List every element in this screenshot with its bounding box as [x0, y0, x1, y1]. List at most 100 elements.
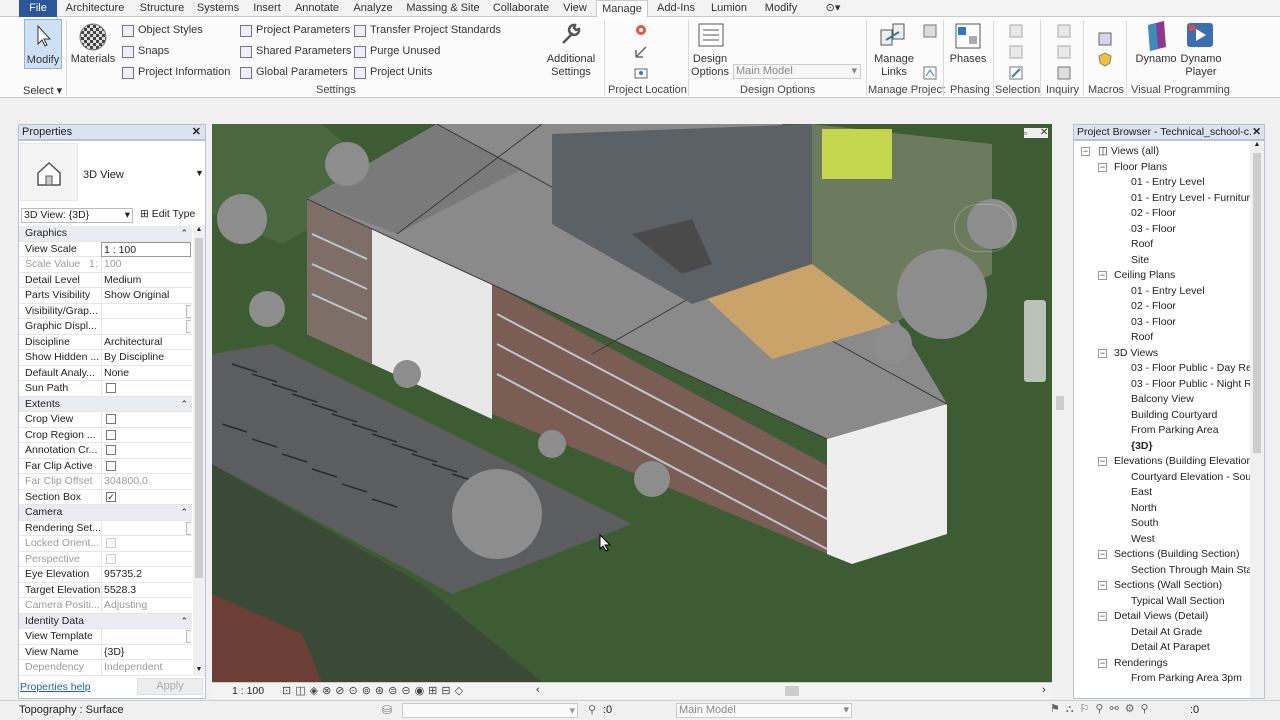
- property-edit-button[interactable]: <None>: [186, 630, 191, 643]
- view-control-icons[interactable]: ⊡◫◈⊗⊘⊙⊚⊛⊜⊝◉⊞⊟◇: [282, 684, 467, 697]
- tree-item[interactable]: {3D}: [1131, 439, 1153, 453]
- viewport-close-icon[interactable]: ✕: [1040, 127, 1048, 138]
- tree-item[interactable]: Roof: [1131, 237, 1153, 251]
- property-value[interactable]: {3D}: [101, 644, 191, 660]
- tree-category[interactable]: Floor Plans: [1114, 160, 1167, 174]
- menu-tab-massing-site[interactable]: Massing & Site: [401, 0, 485, 17]
- tree-item[interactable]: East: [1131, 485, 1152, 499]
- tree-item[interactable]: 02 - Floor: [1131, 206, 1176, 220]
- viewcube[interactable]: [954, 204, 1014, 252]
- worksets-icon[interactable]: ⛁: [382, 703, 392, 717]
- tree-item[interactable]: 03 - Floor: [1131, 315, 1176, 329]
- viewport-maximize-icon[interactable]: ▫: [1024, 128, 1027, 138]
- macro-security-icon[interactable]: [1097, 51, 1113, 67]
- status-right-icons[interactable]: ⚑⛬⚐⚲⚯⚙⚲: [1050, 702, 1155, 716]
- menu-tab-add-ins[interactable]: Add-Ins: [650, 0, 702, 17]
- object-styles-button[interactable]: Object Styles: [138, 24, 203, 36]
- tree-collapse-icon[interactable]: −: [1098, 457, 1107, 466]
- tree-collapse-icon[interactable]: −: [1098, 581, 1107, 590]
- tree-collapse-icon[interactable]: −: [1098, 612, 1107, 621]
- menu-tab-view[interactable]: View: [559, 0, 591, 17]
- property-edit-button[interactable]: Edit...: [186, 521, 191, 535]
- property-group[interactable]: Graphics ⌃: [19, 226, 192, 242]
- menu-tab-analyze[interactable]: Analyze: [349, 0, 397, 17]
- browser-scrollbar[interactable]: ▲: [1250, 141, 1264, 698]
- menu-tab-manage[interactable]: Manage: [596, 0, 648, 18]
- inquiry-ids-icon[interactable]: [1056, 23, 1072, 39]
- tree-item[interactable]: West: [1131, 532, 1155, 546]
- property-value[interactable]: Medium: [101, 272, 191, 288]
- collapse-icon[interactable]: ⌃: [180, 505, 188, 520]
- view-scale[interactable]: 1 : 100: [232, 685, 264, 697]
- property-checkbox[interactable]: [106, 429, 116, 440]
- starting-view-icon[interactable]: [922, 65, 938, 81]
- property-scrollbar[interactable]: ▲ ▼: [193, 226, 205, 676]
- selection-save-icon[interactable]: [1008, 23, 1024, 39]
- property-checkbox[interactable]: ✓: [106, 491, 116, 502]
- tree-collapse-icon[interactable]: −: [1098, 162, 1107, 172]
- 3d-viewport[interactable]: ▫ ✕: [212, 124, 1052, 682]
- quick-access-dropdown-icon[interactable]: ⊙▾: [820, 0, 846, 17]
- tree-item[interactable]: 01 - Entry Level: [1131, 284, 1205, 298]
- design-options-button[interactable]: Design Options: [690, 53, 730, 79]
- tree-category[interactable]: Elevations (Building Elevation: [1114, 454, 1252, 468]
- property-value[interactable]: None: [101, 365, 191, 381]
- editable-only-icon[interactable]: ⚲: [588, 703, 596, 716]
- tree-item[interactable]: 03 - Floor: [1131, 222, 1176, 236]
- menu-tab-architecture[interactable]: Architecture: [59, 0, 131, 17]
- shared-parameters-button[interactable]: Shared Parameters: [256, 45, 351, 57]
- selection-load-icon[interactable]: [1008, 44, 1024, 60]
- scrollbar-thumb[interactable]: [195, 238, 203, 578]
- collapse-icon[interactable]: ⌃: [180, 614, 188, 629]
- tree-category[interactable]: Renderings: [1114, 656, 1168, 670]
- phases-button[interactable]: Phases: [946, 53, 990, 66]
- tree-item[interactable]: 02 - Floor: [1131, 299, 1176, 313]
- close-icon[interactable]: ✕: [1252, 125, 1261, 139]
- property-checkbox[interactable]: [106, 414, 116, 424]
- project-units-button[interactable]: Project Units: [370, 66, 432, 78]
- additional-settings-button[interactable]: Additional Settings: [543, 53, 599, 79]
- macro-manager-icon[interactable]: [1097, 31, 1113, 47]
- property-edit-button[interactable]: Edit...: [186, 304, 191, 318]
- property-checkbox[interactable]: [106, 445, 116, 455]
- menu-tab-collaborate[interactable]: Collaborate: [487, 0, 555, 17]
- tree-item[interactable]: 01 - Entry Level - Furnitur: [1131, 191, 1250, 205]
- property-value[interactable]: By Discipline: [101, 350, 191, 365]
- location-pin-icon[interactable]: [633, 23, 649, 39]
- property-value[interactable]: 95735.2: [101, 567, 191, 582]
- property-value[interactable]: Show Original: [101, 288, 191, 303]
- tree-item[interactable]: 03 - Floor Public - Day Re: [1131, 361, 1252, 375]
- status-model-select[interactable]: Main Model ▾: [676, 703, 852, 718]
- coordinates-icon[interactable]: [633, 44, 649, 60]
- tree-item[interactable]: Detail At Grade: [1131, 625, 1202, 639]
- position-icon[interactable]: [633, 65, 649, 81]
- tree-item[interactable]: Site: [1131, 253, 1149, 267]
- purge-unused-button[interactable]: Purge Unused: [370, 45, 440, 57]
- dynamo-button[interactable]: Dynamo: [1134, 53, 1178, 66]
- manage-links-button[interactable]: Manage Links: [870, 53, 918, 79]
- close-icon[interactable]: ✕: [192, 125, 201, 139]
- property-checkbox[interactable]: [106, 383, 116, 393]
- property-checkbox[interactable]: [106, 460, 116, 471]
- tree-category[interactable]: Ceiling Plans: [1114, 268, 1175, 282]
- main-model-select[interactable]: Main Model ▾: [733, 64, 861, 79]
- menu-tab-insert[interactable]: Insert: [247, 0, 287, 17]
- menu-tab-file[interactable]: File: [19, 0, 57, 17]
- view-selector[interactable]: 3D View: {3D} ▾: [21, 208, 133, 223]
- type-selector-chevron-icon[interactable]: ▼: [195, 168, 204, 178]
- inquiry-select-id-icon[interactable]: [1056, 44, 1072, 60]
- project-information-button[interactable]: Project Information: [138, 66, 230, 78]
- scrollbar-thumb[interactable]: [1253, 153, 1261, 453]
- collapse-icon[interactable]: ⌃: [180, 226, 188, 241]
- tree-category[interactable]: 3D Views: [1114, 346, 1158, 360]
- tree-category[interactable]: ◫ Views (all): [1098, 144, 1159, 158]
- property-value[interactable]: Architectural: [101, 334, 191, 350]
- viewport-vscroll[interactable]: [1053, 124, 1067, 682]
- scrollbar-up-icon[interactable]: ▲: [1250, 141, 1264, 151]
- tree-collapse-icon[interactable]: −: [1098, 271, 1107, 280]
- tree-item[interactable]: Courtyard Elevation - Sou: [1131, 470, 1251, 484]
- menu-tab-lumion[interactable]: Lumion: [702, 0, 756, 17]
- tree-item[interactable]: South: [1131, 516, 1158, 530]
- tree-item[interactable]: North: [1131, 501, 1157, 515]
- selection-edit-icon[interactable]: [1008, 65, 1024, 81]
